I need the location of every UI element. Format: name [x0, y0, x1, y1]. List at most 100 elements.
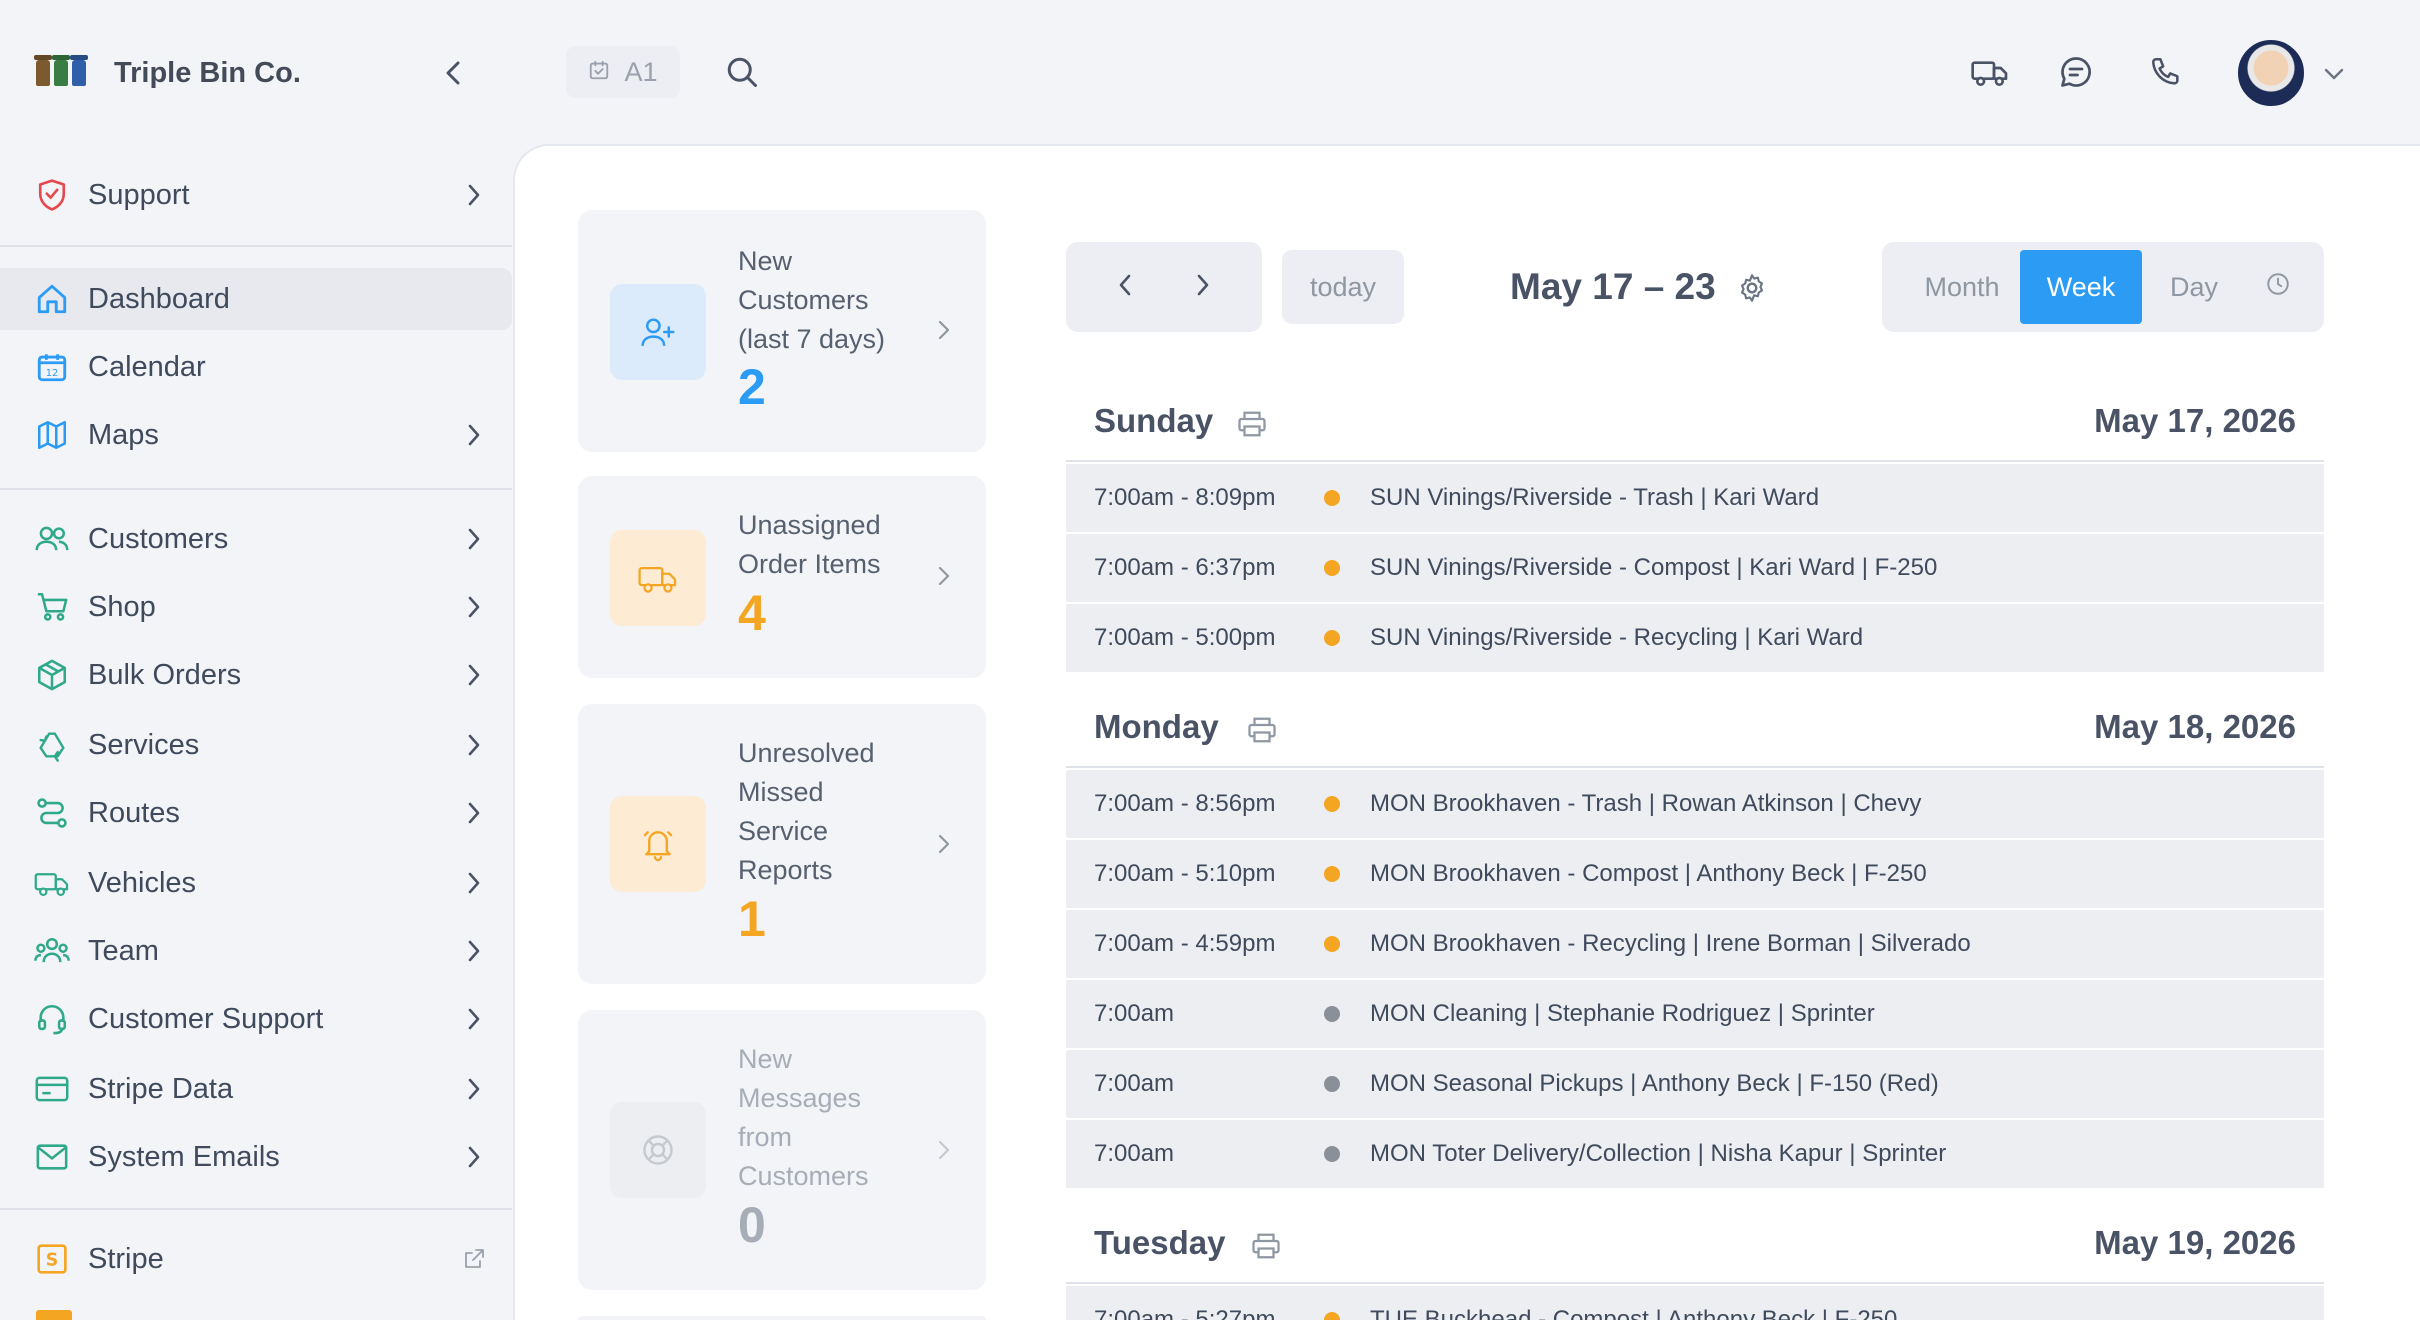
mail-icon [32, 1137, 72, 1177]
dispatch-button[interactable] [1966, 50, 2014, 98]
sidebar-item-vehicles[interactable]: Vehicles [0, 852, 512, 914]
stat-card-unassigned-orders[interactable]: Unassigned Order Items 4 [578, 476, 986, 678]
sidebar-item-label: Services [88, 728, 200, 761]
event-status-dot [1324, 1076, 1340, 1092]
stat-card-new-customers[interactable]: New Customers (last 7 days) 2 [578, 210, 986, 452]
event-time: 7:00am [1094, 1070, 1175, 1097]
sidebar-item-support[interactable]: Support [0, 164, 512, 226]
messages-button[interactable] [2052, 50, 2100, 98]
sidebar-item-stripe-data[interactable]: Stripe Data [0, 1058, 512, 1120]
sidebar-item-system-emails[interactable]: System Emails [0, 1126, 512, 1188]
event-status-dot [1324, 1146, 1340, 1162]
event-time: 7:00am - 4:59pm [1094, 930, 1276, 957]
event-time: 7:00am - 8:56pm [1094, 790, 1276, 817]
sidebar-item-maps[interactable]: Maps [0, 404, 512, 466]
chevron-right-icon [454, 175, 494, 215]
sidebar-item-stripe[interactable]: S Stripe [0, 1228, 512, 1290]
phone-button[interactable] [2142, 50, 2190, 98]
event-time: 7:00am - 8:09pm [1094, 484, 1276, 511]
cart-icon [32, 587, 72, 627]
user-avatar[interactable] [2238, 40, 2304, 106]
event-row[interactable]: 7:00am - 8:09pm SUN Vinings/Riverside - T… [1066, 464, 2324, 534]
day-date: May 19, 2026 [2094, 1224, 2296, 1261]
print-icon[interactable] [1234, 406, 1270, 442]
route-icon [32, 793, 72, 833]
event-row[interactable]: 7:00am MON Seasonal Pickups | Anthony Bec… [1066, 1050, 2324, 1120]
sidebar-item-team[interactable]: Team [0, 920, 512, 982]
sidebar-item-customer-support[interactable]: Customer Support [0, 988, 512, 1050]
stat-value: 1 [738, 891, 766, 947]
stat-label-line: (last 7 days) [738, 324, 886, 354]
chevron-right-icon [930, 830, 958, 858]
event-row[interactable]: 7:00am - 5:10pm MON Brookhaven - Compost … [1066, 840, 2324, 910]
chevron-right-icon [454, 999, 494, 1039]
clock-icon [2265, 271, 2291, 304]
stat-value: 4 [738, 585, 766, 641]
stat-label-line: from [738, 1122, 792, 1152]
stat-card-missed-service[interactable]: Unresolved Missed Service Reports 1 [578, 704, 986, 984]
event-row[interactable]: 7:00am MON Toter Delivery/Collection | Ni… [1066, 1120, 2324, 1190]
calendar-check-icon [588, 57, 610, 88]
route-chip[interactable]: A1 [566, 46, 680, 98]
next-week-button[interactable] [1178, 262, 1228, 312]
event-title: SUN Vinings/Riverside - Trash | Kari War… [1370, 484, 1820, 511]
sidebar-next-item-icon [36, 1310, 72, 1320]
search-button[interactable] [720, 52, 764, 96]
sidebar-divider [0, 245, 512, 247]
sidebar-item-shop[interactable]: Shop [0, 576, 512, 638]
print-icon[interactable] [1244, 712, 1280, 748]
event-row[interactable]: 7:00am - 6:37pm SUN Vinings/Riverside - C… [1066, 534, 2324, 604]
stat-label-line: Unassigned [738, 510, 881, 540]
view-switcher: Month Week Day [1882, 242, 2324, 332]
sidebar-item-calendar[interactable]: 12 Calendar [0, 336, 512, 398]
chevron-right-icon [454, 519, 494, 559]
calendar-settings-button[interactable] [1734, 272, 1770, 308]
bell-icon [610, 796, 706, 892]
stat-label-line: Missed [738, 777, 824, 807]
event-time: 7:00am [1094, 1140, 1175, 1167]
chevron-left-icon [1116, 272, 1134, 303]
event-title: TUE Buckhead - Compost | Anthony Beck | … [1370, 1306, 1898, 1320]
event-title: MON Cleaning | Stephanie Rodriguez | Spr… [1370, 1000, 1875, 1027]
event-row[interactable]: 7:00am - 4:59pm MON Brookhaven - Recyclin… [1066, 910, 2324, 980]
sidebar-item-customers[interactable]: Customers [0, 508, 512, 570]
box-icon [32, 655, 72, 695]
sidebar-item-routes[interactable]: Routes [0, 782, 512, 844]
day-name: Tuesday [1094, 1224, 1226, 1261]
view-day-button[interactable]: Day [2144, 250, 2244, 324]
event-row[interactable]: 7:00am MON Cleaning | Stephanie Rodriguez… [1066, 980, 2324, 1050]
truck-icon [610, 530, 706, 626]
event-row[interactable]: 7:00am - 5:27pm TUE Buckhead - Compost | … [1066, 1286, 2324, 1320]
user-menu-chevron-down-icon[interactable] [2318, 58, 2350, 90]
prev-week-button[interactable] [1100, 262, 1150, 312]
view-month-button[interactable]: Month [1902, 250, 2022, 324]
stat-label-line: Customers [738, 1161, 869, 1191]
sidebar-item-label: Dashboard [88, 282, 230, 315]
shield-icon [32, 175, 72, 215]
day-date: May 18, 2026 [2094, 708, 2296, 745]
sidebar-item-bulk-orders[interactable]: Bulk Orders [0, 644, 512, 706]
headset-icon [32, 999, 72, 1039]
stat-value: 0 [738, 1197, 766, 1253]
gear-icon [1736, 272, 1768, 309]
sidebar-item-label: Shop [88, 590, 156, 623]
collapse-sidebar-button[interactable] [436, 56, 470, 90]
day-header-tuesday: Tuesday May 19, 2026 [1066, 1204, 2324, 1284]
view-list-button[interactable] [2248, 250, 2308, 324]
today-button[interactable]: today [1282, 250, 1404, 324]
day-header-sunday: Sunday May 17, 2026 [1066, 382, 2324, 462]
event-row[interactable]: 7:00am - 5:00pm SUN Vinings/Riverside - R… [1066, 604, 2324, 674]
sidebar-item-dashboard[interactable]: Dashboard [0, 268, 512, 330]
event-status-dot [1324, 1312, 1340, 1320]
chevron-right-icon [454, 725, 494, 765]
brand[interactable]: Triple Bin Co. [36, 48, 301, 98]
stat-card-new-messages[interactable]: New Messages from Customers 0 [578, 1010, 986, 1290]
team-icon [32, 931, 72, 971]
event-title: MON Brookhaven - Compost | Anthony Beck … [1370, 860, 1927, 887]
sidebar-item-services[interactable]: Services [0, 714, 512, 776]
day-date: May 17, 2026 [2094, 402, 2296, 439]
print-icon[interactable] [1248, 1228, 1284, 1264]
view-week-button[interactable]: Week [2020, 250, 2142, 324]
event-row[interactable]: 7:00am - 8:56pm MON Brookhaven - Trash | … [1066, 770, 2324, 840]
chevron-right-icon [930, 1136, 958, 1164]
